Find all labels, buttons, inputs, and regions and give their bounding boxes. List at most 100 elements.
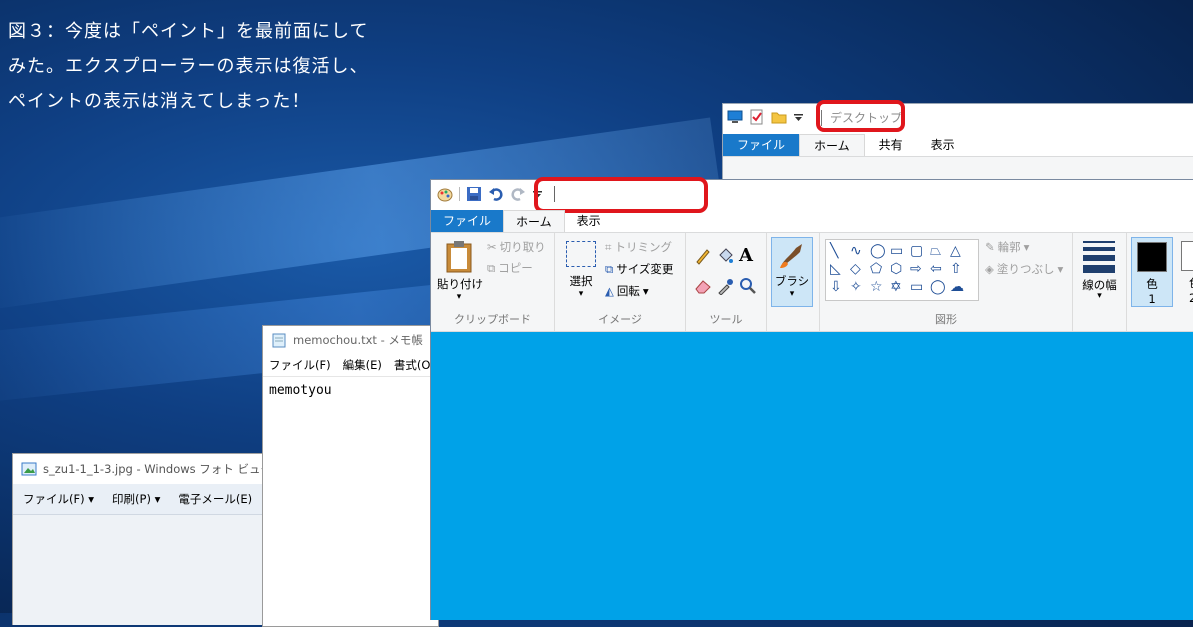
- red-highlight-box: [534, 177, 708, 213]
- oval-callout-shape-icon[interactable]: ◯: [930, 278, 950, 296]
- redo-icon[interactable]: [510, 186, 526, 202]
- customize-toolbar-icon[interactable]: [793, 109, 809, 125]
- image-group: 選択 ▾ ⌗ トリミング ⧉ サイズ変更 ◭ 回転 ▾ イメージ: [555, 233, 686, 331]
- eyedropper-icon: [718, 279, 733, 296]
- window-title: memochou.txt - メモ帳: [293, 333, 423, 347]
- resize-label: サイズ変更: [616, 262, 674, 276]
- up-arrow-shape-icon[interactable]: ⇧: [950, 260, 970, 278]
- paste-button[interactable]: 貼り付け ▾: [437, 239, 483, 302]
- fill-bucket-icon: ◈: [985, 262, 994, 276]
- size-group[interactable]: 線の幅 ▾: [1073, 233, 1127, 331]
- rounded-rectangle-shape-icon[interactable]: ▢: [910, 242, 930, 260]
- fill-tool[interactable]: [716, 247, 734, 268]
- trim-button[interactable]: ⌗ トリミング: [605, 239, 672, 255]
- paint-window[interactable]: ファイル ホーム 表示 貼り付け ▾ ✂ 切り取り ⧉ コピー クリップボード: [430, 177, 1193, 620]
- five-point-star-shape-icon[interactable]: ☆: [870, 278, 890, 296]
- photo-viewer-body: [13, 515, 273, 625]
- color1-button[interactable]: 色 1: [1131, 237, 1173, 307]
- six-point-star-shape-icon[interactable]: ✡: [890, 278, 910, 296]
- outline-label: 輪郭: [997, 240, 1021, 254]
- outline-button[interactable]: ✎ 輪郭 ▾: [985, 239, 1029, 255]
- resize-button[interactable]: ⧉ サイズ変更: [605, 261, 673, 277]
- diamond-shape-icon[interactable]: ◇: [850, 260, 870, 278]
- oval-shape-icon[interactable]: ◯: [870, 242, 890, 260]
- caption-line: みた。エクスプローラーの表示は復活し、: [8, 56, 369, 77]
- color-picker-tool[interactable]: [716, 277, 734, 298]
- eraser-tool[interactable]: [694, 277, 712, 298]
- dropdown-arrow-icon: ▾: [154, 492, 161, 506]
- color2-button[interactable]: 色 2: [1177, 237, 1193, 305]
- shapes-gallery[interactable]: ╲ ∿ ◯ ▭ ▢ ⏢ △ ◺ ◇ ⬠ ⬡ ⇨ ⇦ ⇧ ⇩ ✧ ☆ ✡ ▭ ◯ …: [825, 239, 979, 301]
- copy-button[interactable]: ⧉ コピー: [487, 260, 533, 276]
- paste-label: 貼り付け: [437, 277, 483, 291]
- tab-home[interactable]: ホーム: [799, 134, 865, 156]
- menu-file[interactable]: ファイル(F) ▾: [23, 491, 94, 507]
- hexagon-shape-icon[interactable]: ⬡: [890, 260, 910, 278]
- paint-app-icon[interactable]: [437, 186, 453, 202]
- magnifier-tool[interactable]: [739, 277, 757, 298]
- outline-pencil-icon: ✎: [985, 240, 995, 254]
- paint-ribbon: 貼り付け ▾ ✂ 切り取り ⧉ コピー クリップボード 選択 ▾ ⌗ トリミング: [431, 233, 1193, 332]
- new-folder-icon[interactable]: [771, 109, 787, 125]
- right-triangle-shape-icon[interactable]: ◺: [830, 260, 850, 278]
- eraser-icon: [695, 280, 711, 294]
- cloud-callout-shape-icon[interactable]: ☁: [950, 278, 970, 296]
- pencil-tool[interactable]: [694, 247, 712, 268]
- polygon-shape-icon[interactable]: ⏢: [930, 242, 950, 260]
- rotate-button[interactable]: ◭ 回転 ▾: [605, 283, 649, 299]
- notepad-window[interactable]: memochou.txt - メモ帳 ファイル(F) 編集(E) 書式(O) m…: [262, 325, 439, 627]
- four-point-star-shape-icon[interactable]: ✧: [850, 278, 870, 296]
- cut-button[interactable]: ✂ 切り取り: [487, 239, 546, 255]
- menu-file[interactable]: ファイル(F): [269, 357, 331, 373]
- caption-line: ペイントの表示は消えてしまった！: [8, 91, 311, 112]
- brush-button[interactable]: ブラシ ▾: [771, 237, 813, 307]
- menu-format[interactable]: 書式(O): [394, 357, 435, 373]
- brush-icon: [780, 244, 802, 268]
- rounded-callout-shape-icon[interactable]: ▭: [910, 278, 930, 296]
- tab-file[interactable]: ファイル: [431, 210, 504, 232]
- photo-viewer-window[interactable]: s_zu1-1_1-3.jpg - Windows フォト ビューアー ファイル…: [12, 453, 294, 625]
- line-shape-icon[interactable]: ╲: [830, 242, 850, 260]
- menu-file-label: ファイル(F): [23, 492, 85, 506]
- resize-icon: ⧉: [605, 261, 614, 276]
- triangle-shape-icon[interactable]: △: [950, 242, 970, 260]
- dropdown-arrow-icon: ▾: [578, 289, 584, 299]
- caption-line: 図３：今度は「ペイント」を最前面にして: [8, 21, 369, 42]
- monitor-icon[interactable]: [727, 109, 743, 125]
- tab-view[interactable]: 表示: [565, 210, 613, 232]
- pencil-icon: [696, 249, 710, 265]
- dropdown-arrow-icon: ▾: [642, 284, 649, 298]
- curve-shape-icon[interactable]: ∿: [850, 242, 870, 260]
- pentagon-shape-icon[interactable]: ⬠: [870, 260, 890, 278]
- brush-group: ブラシ ▾: [767, 233, 820, 331]
- undo-icon[interactable]: [488, 186, 504, 202]
- left-arrow-shape-icon[interactable]: ⇦: [930, 260, 950, 278]
- select-button[interactable]: 選択 ▾: [563, 241, 599, 299]
- rectangle-shape-icon[interactable]: ▭: [890, 242, 910, 260]
- red-highlight-box: [816, 100, 905, 132]
- fill-button[interactable]: ◈ 塗りつぶし ▾: [985, 261, 1063, 277]
- properties-check-icon[interactable]: [749, 109, 765, 125]
- select-icon: [566, 241, 596, 267]
- dropdown-arrow-icon: ▾: [1023, 240, 1030, 254]
- paint-canvas[interactable]: [431, 332, 1193, 620]
- tab-file[interactable]: ファイル: [723, 134, 800, 156]
- down-arrow-shape-icon[interactable]: ⇩: [830, 278, 850, 296]
- cut-label: 切り取り: [499, 240, 546, 254]
- menu-edit[interactable]: 編集(E): [343, 357, 382, 373]
- save-icon[interactable]: [466, 186, 482, 202]
- color1-label: 色: [1146, 277, 1158, 291]
- tab-share[interactable]: 共有: [865, 134, 917, 156]
- text-tool-icon[interactable]: A: [739, 245, 753, 266]
- tab-view[interactable]: 表示: [917, 134, 969, 156]
- window-title: s_zu1-1_1-3.jpg - Windows フォト ビューアー: [43, 462, 294, 476]
- menu-email[interactable]: 電子メール(E): [178, 491, 252, 507]
- right-arrow-shape-icon[interactable]: ⇨: [910, 260, 930, 278]
- tab-home[interactable]: ホーム: [503, 210, 565, 232]
- notepad-menubar: ファイル(F) 編集(E) 書式(O): [263, 354, 438, 377]
- notepad-text-area[interactable]: memotyou: [263, 377, 438, 404]
- shapes-grid: ╲ ∿ ◯ ▭ ▢ ⏢ △ ◺ ◇ ⬠ ⬡ ⇨ ⇦ ⇧ ⇩ ✧ ☆ ✡ ▭ ◯ …: [826, 240, 978, 298]
- tools-group-label: ツール: [709, 313, 743, 326]
- menu-print[interactable]: 印刷(P) ▾: [112, 491, 160, 507]
- caption-text: 図３：今度は「ペイント」を最前面にして みた。エクスプローラーの表示は復活し、 …: [8, 14, 368, 119]
